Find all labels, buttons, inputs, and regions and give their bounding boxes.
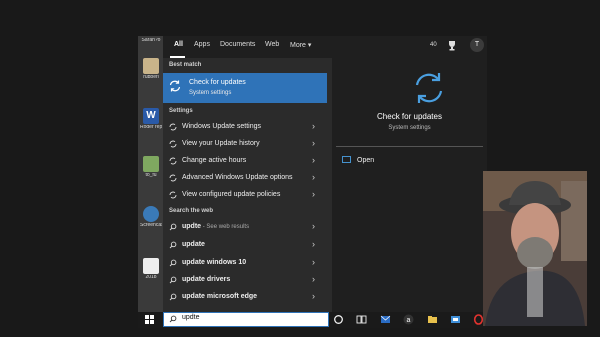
settings-result-item[interactable]: Change active hours › [163, 153, 327, 170]
desktop-icons-strip: Sarah?o rubberi W Roder repeller to_fu S… [138, 36, 164, 326]
tab-all[interactable]: All [174, 41, 183, 48]
rewards-trophy-icon[interactable] [445, 38, 459, 52]
search-query[interactable]: updte [182, 314, 200, 321]
search-icon [169, 293, 177, 301]
user-avatar[interactable]: T [470, 38, 484, 52]
open-window-icon [342, 156, 351, 163]
chevron-right-icon[interactable]: › [312, 257, 315, 267]
desktop-icon[interactable]: to_fu [140, 156, 162, 178]
windows-start-icon[interactable] [144, 314, 155, 325]
chevron-right-icon[interactable]: › [312, 239, 315, 249]
preview-subtitle: System settings [388, 125, 431, 131]
file-thumbnail-icon [143, 156, 159, 172]
word-doc-icon: W [143, 108, 159, 124]
desktop-icon[interactable]: rubberi [140, 58, 162, 80]
amazon-icon[interactable]: a [403, 314, 414, 325]
settings-result-item[interactable]: Advanced Windows Update options › [163, 170, 327, 187]
refresh-update-icon [169, 140, 177, 148]
mail-app-icon[interactable] [380, 314, 391, 325]
desktop-icon[interactable]: Screencast [140, 206, 162, 228]
web-result-item[interactable]: update › [163, 237, 327, 254]
tab-more[interactable]: More ▾ [290, 41, 311, 49]
refresh-update-icon [169, 123, 177, 131]
refresh-update-icon [169, 174, 177, 182]
screencast-app-icon [143, 206, 159, 222]
open-action[interactable]: Open [357, 157, 374, 164]
mail-app-icon[interactable] [450, 314, 461, 325]
section-best-match: Best match [169, 62, 202, 68]
chevron-right-icon[interactable]: › [312, 291, 315, 301]
search-icon [169, 259, 177, 267]
chevron-right-icon[interactable]: › [312, 274, 315, 284]
chevron-right-icon[interactable]: › [312, 189, 315, 199]
divider [336, 146, 483, 147]
refresh-update-icon [169, 191, 177, 199]
desktop-icon[interactable]: 2018 [140, 258, 162, 280]
tab-apps[interactable]: Apps [194, 41, 210, 48]
settings-result-item[interactable]: Windows Update settings › [163, 119, 327, 136]
web-result-item[interactable]: update windows 10 › [163, 255, 327, 272]
rewards-points: 40 [430, 42, 437, 48]
preview-pane [332, 58, 487, 312]
chevron-right-icon[interactable]: › [312, 172, 315, 182]
chevron-right-icon[interactable]: › [312, 121, 315, 131]
task-view-icon[interactable] [356, 314, 367, 325]
preview-title: Check for updates [377, 112, 442, 121]
section-settings: Settings [169, 108, 193, 114]
refresh-update-icon [169, 157, 177, 165]
file-thumbnail-icon [143, 258, 159, 274]
search-tabs-bar: All Apps Documents Web More ▾ [163, 36, 487, 58]
search-icon [169, 223, 177, 231]
best-match-subtitle: System settings [189, 90, 232, 96]
search-icon [169, 241, 177, 249]
refresh-update-icon [169, 80, 181, 92]
webcam-overlay-image [483, 171, 587, 326]
refresh-update-icon [415, 73, 443, 103]
best-match-title: Check for updates [189, 79, 246, 86]
settings-result-item[interactable]: View configured update policies › [163, 187, 327, 204]
chevron-right-icon[interactable]: › [312, 138, 315, 148]
file-thumbnail-icon [143, 58, 159, 74]
tab-web[interactable]: Web [265, 41, 279, 48]
svg-text:a: a [407, 317, 411, 324]
desktop-icon[interactable]: W Roder repeller [140, 108, 162, 130]
web-result-item[interactable]: update drivers › [163, 272, 327, 289]
search-icon [169, 276, 177, 284]
search-icon [169, 315, 177, 323]
chevron-right-icon[interactable]: › [312, 155, 315, 165]
cortana-icon[interactable] [333, 314, 344, 325]
section-search-web: Search the web [169, 208, 214, 214]
best-match-result[interactable] [163, 73, 327, 103]
web-result-item[interactable]: update microsoft edge › [163, 289, 327, 306]
settings-result-item[interactable]: View your Update history › [163, 136, 327, 153]
desktop-icon[interactable]: Sarah?o [140, 38, 162, 43]
file-explorer-icon[interactable] [427, 314, 438, 325]
web-result-item[interactable]: updte - See web results › [163, 219, 327, 236]
chevron-right-icon[interactable]: › [312, 221, 315, 231]
tab-documents[interactable]: Documents [220, 41, 255, 48]
